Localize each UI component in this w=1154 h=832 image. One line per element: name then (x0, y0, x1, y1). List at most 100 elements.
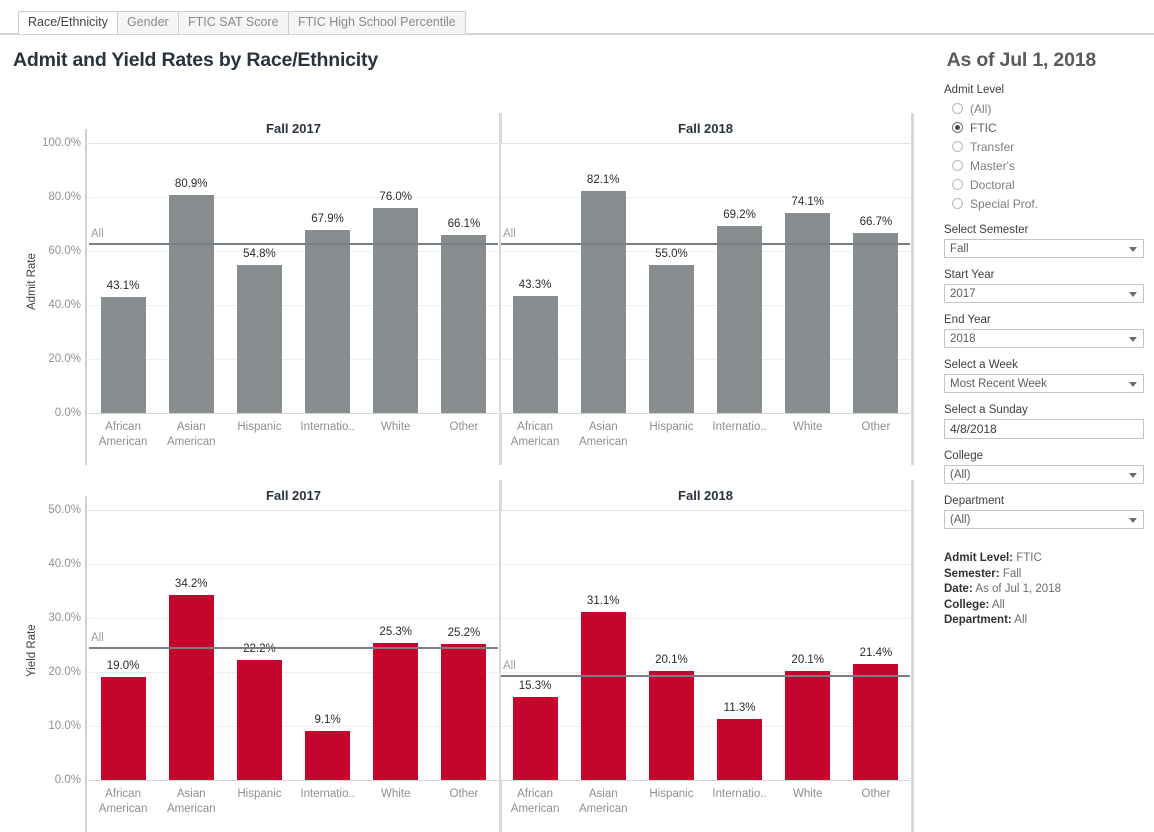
summary-row: Department: All (944, 613, 1144, 629)
tab-label: Gender (127, 15, 169, 29)
bar[interactable]: 20.1% (648, 654, 694, 780)
select-semester-filter: Select Semester Fall (944, 224, 1144, 258)
tab-ftic-sat-score[interactable]: FTIC SAT Score (178, 11, 289, 34)
bar[interactable]: 20.1% (785, 654, 831, 780)
admit-level-option-ftic[interactable]: FTIC (944, 118, 1144, 137)
admit-level-option-special-prof[interactable]: Special Prof. (944, 194, 1144, 213)
summary-key: Department: (944, 614, 1012, 626)
gridline (501, 359, 910, 360)
department-filter: Department (All) (944, 495, 1144, 529)
bar-value-label: 76.0% (379, 190, 413, 203)
x-axis-tick-label: Other (449, 421, 479, 433)
bar-value-label: 54.8% (243, 248, 276, 261)
gridline (89, 143, 498, 144)
tab-label: FTIC High School Percentile (298, 15, 456, 29)
bar[interactable]: 43.1% (100, 280, 146, 413)
y-axis-tick-label: 60.0% (48, 245, 81, 257)
y-axis-tick-label: 100.0% (41, 137, 81, 149)
gridline (501, 618, 910, 619)
admit-level-option-label: Special Prof. (970, 196, 1039, 211)
department-value: (All) (950, 513, 971, 526)
bar[interactable]: 9.1% (305, 714, 351, 780)
bar[interactable]: 31.1% (580, 595, 626, 780)
tab-gender[interactable]: Gender (117, 11, 179, 34)
x-axis-tick-label: African American (510, 788, 560, 815)
y-axis-tick-label: 40.0% (48, 558, 81, 570)
admit-level-option-transfer[interactable]: Transfer (944, 137, 1144, 156)
bar[interactable]: 34.2% (168, 578, 214, 780)
gridline (89, 510, 498, 511)
admit-level-option-label: Master's (970, 158, 1015, 173)
bar[interactable]: 69.2% (717, 209, 763, 413)
bar-value-label: 82.1% (586, 174, 620, 187)
select-week-dropdown[interactable]: Most Recent Week (944, 374, 1144, 393)
bar[interactable]: 55.0% (648, 248, 694, 413)
tab-race-ethnicity[interactable]: Race/Ethnicity (18, 11, 118, 34)
x-axis-tick-label: Internatio.. (300, 421, 355, 433)
admit-level-option-label: FTIC (970, 120, 997, 135)
bar[interactable]: 15.3% (512, 680, 558, 780)
admit-level-option-all[interactable]: (All) (944, 99, 1144, 118)
bar-value-label: 31.1% (586, 595, 620, 608)
x-axis-labels: African American Asian American Hispanic In… (501, 415, 910, 455)
select-semester-value: Fall (950, 242, 969, 255)
admit-level-option-master-s[interactable]: Master's (944, 156, 1144, 175)
select-semester-dropdown[interactable]: Fall (944, 239, 1144, 258)
end-year-dropdown[interactable]: 2018 (944, 329, 1144, 348)
bar[interactable]: 76.0% (373, 191, 419, 413)
panel-title: Fall 2018 (678, 488, 733, 503)
bar[interactable]: 67.9% (305, 213, 351, 413)
bar-value-label: 25.2% (447, 626, 481, 639)
bar[interactable]: 22.2% (236, 643, 282, 780)
gridline (89, 726, 498, 727)
x-axis-labels: African American Asian American Hispanic In… (501, 782, 910, 822)
x-axis-tick-label: White (381, 788, 411, 800)
bar[interactable]: 25.3% (373, 626, 419, 780)
panel-separator (911, 113, 914, 465)
start-year-dropdown[interactable]: 2017 (944, 284, 1144, 303)
bar[interactable]: 25.2% (441, 627, 487, 780)
x-axis-line (501, 780, 910, 781)
y-axis-tick-label: 0.0% (54, 774, 81, 786)
college-filter: College (All) (944, 450, 1144, 484)
department-dropdown[interactable]: (All) (944, 510, 1144, 529)
college-dropdown[interactable]: (All) (944, 465, 1144, 484)
gridline (501, 251, 910, 252)
admit-level-option-label: Doctoral (970, 177, 1015, 192)
gridline (89, 618, 498, 619)
x-axis-line (501, 413, 910, 414)
summary-row: Date: As of Jul 1, 2018 (944, 582, 1144, 598)
bar-value-label: 43.1% (106, 279, 140, 292)
tab-ftic-high-school-percentile[interactable]: FTIC High School Percentile (288, 11, 466, 34)
bar-value-label: 22.2% (243, 643, 276, 656)
bar[interactable]: 19.0% (100, 660, 146, 780)
bar[interactable]: 80.9% (168, 178, 214, 413)
bar-value-label: 34.2% (174, 578, 208, 591)
bar[interactable]: 54.8% (236, 248, 282, 413)
select-sunday-input[interactable]: 4/8/2018 (944, 419, 1144, 439)
bar[interactable]: 66.1% (441, 218, 487, 413)
bar[interactable]: 66.7% (853, 216, 899, 413)
reference-line-all (501, 675, 910, 678)
summary-row: Admit Level: FTIC (944, 551, 1144, 567)
select-week-filter: Select a Week Most Recent Week (944, 359, 1144, 393)
y-axis-tick-label: 50.0% (48, 504, 81, 516)
summary-key: Admit Level: (944, 552, 1014, 564)
summary-key: Semester: (944, 567, 1000, 580)
x-axis-tick-label: White (381, 421, 411, 433)
chevron-down-icon (1129, 246, 1137, 252)
chevron-down-icon (1129, 472, 1137, 478)
plot-area: 43.1% 80.9% 54.8% 67.9% 76.0% 66.1% All (89, 143, 498, 414)
tab-bar: Race/Ethnicity Gender FTIC SAT Score FTIC H… (0, 0, 1154, 35)
bar-value-label: 9.1% (314, 713, 341, 726)
admit-level-option-doctoral[interactable]: Doctoral (944, 175, 1144, 194)
radio-selected-icon (952, 122, 963, 133)
bar[interactable]: 11.3% (717, 702, 763, 780)
department-label: Department (944, 495, 1005, 507)
x-axis-tick-label: Internatio.. (712, 421, 767, 433)
bar[interactable]: 43.3% (512, 279, 558, 413)
bar[interactable]: 21.4% (853, 647, 899, 780)
as-of-date-heading: As of Jul 1, 2018 (946, 49, 1097, 71)
bar[interactable]: 82.1% (580, 174, 626, 413)
radio-unselected-icon (952, 160, 963, 171)
